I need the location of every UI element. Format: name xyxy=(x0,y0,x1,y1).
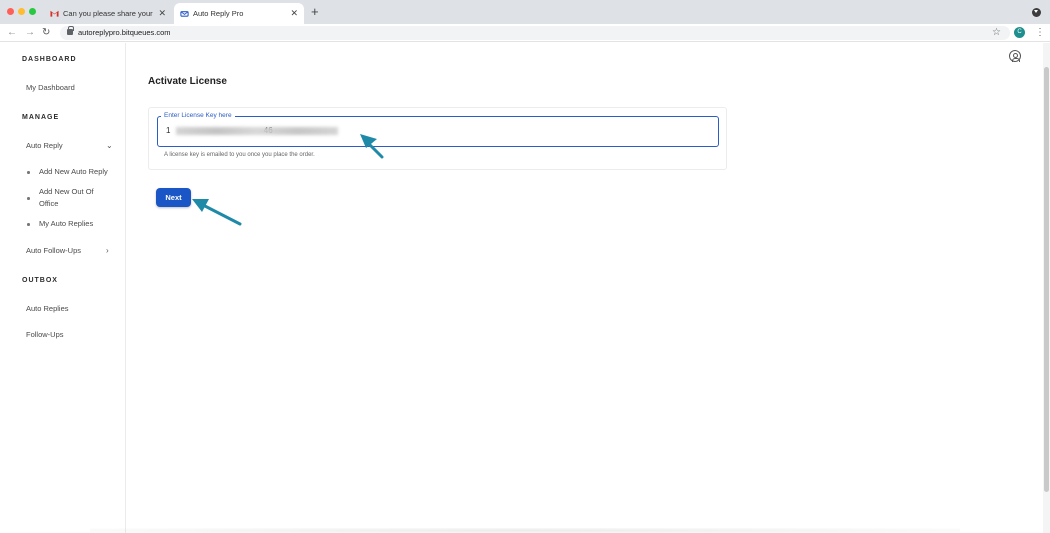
back-icon[interactable]: ← xyxy=(7,24,17,41)
scrollbar-thumb[interactable] xyxy=(1044,67,1049,492)
sidebar-item-my-auto-replies[interactable]: My Auto Replies xyxy=(39,218,111,230)
chevron-down-icon[interactable]: ⌄ xyxy=(106,140,113,152)
browser-menu-icon[interactable]: ⋮ xyxy=(1035,24,1045,41)
new-tab-button[interactable]: + xyxy=(311,4,319,20)
chevron-right-icon[interactable]: › xyxy=(106,245,109,257)
tab-label: Can you please share your me xyxy=(63,9,155,18)
reload-icon[interactable]: ↻ xyxy=(42,24,50,41)
sidebar-section-dashboard: DASHBOARD xyxy=(22,56,77,63)
sidebar-item-auto-reply[interactable]: Auto Reply xyxy=(26,140,63,152)
app-icon xyxy=(180,11,189,17)
sidebar: DASHBOARD My Dashboard MANAGE Auto Reply… xyxy=(0,43,126,533)
tab-label: Auto Reply Pro xyxy=(193,9,244,18)
sidebar-item-auto-follow-ups[interactable]: Auto Follow-Ups xyxy=(26,245,81,257)
close-window-button[interactable] xyxy=(7,8,14,15)
url-text: autoreplypro.bitqueues.com xyxy=(78,28,171,37)
sidebar-item-add-new-out-of-office[interactable]: Add New Out Of Office xyxy=(39,186,111,210)
sidebar-item-add-new-auto-reply[interactable]: Add New Auto Reply xyxy=(39,166,111,178)
bottom-shadow xyxy=(90,528,960,533)
gmail-icon xyxy=(50,10,59,17)
license-key-label: Enter License Key here xyxy=(161,111,235,120)
sidebar-section-outbox: OUTBOX xyxy=(22,277,58,284)
lock-icon xyxy=(67,26,74,35)
bullet-icon xyxy=(27,223,30,226)
page-title: Activate License xyxy=(148,76,227,87)
maximize-window-button[interactable] xyxy=(29,8,36,15)
tab-auto-reply-pro[interactable]: Auto Reply Pro ✕ xyxy=(174,3,304,24)
close-tab-icon[interactable]: ✕ xyxy=(290,3,298,24)
bullet-icon xyxy=(27,197,30,200)
minimize-window-button[interactable] xyxy=(18,8,25,15)
tab-gmail[interactable]: Can you please share your me ✕ xyxy=(44,3,172,24)
sidebar-item-my-dashboard[interactable]: My Dashboard xyxy=(26,82,75,94)
close-tab-icon[interactable]: ✕ xyxy=(158,3,166,24)
sidebar-item-auto-replies[interactable]: Auto Replies xyxy=(26,303,69,315)
account-icon[interactable] xyxy=(1009,50,1021,62)
redacted-license-key xyxy=(176,127,338,135)
sidebar-item-follow-ups[interactable]: Follow-Ups xyxy=(26,329,64,341)
license-helper-text: A license key is emailed to you once you… xyxy=(164,152,315,158)
arrow-to-next-icon xyxy=(192,199,242,226)
sidebar-section-manage: MANAGE xyxy=(22,114,60,121)
forward-icon[interactable]: → xyxy=(25,24,35,41)
next-button[interactable]: Next xyxy=(156,188,191,207)
browser-tab-bar: Can you please share your me ✕ Auto Repl… xyxy=(0,0,1050,24)
tab-search-icon[interactable] xyxy=(1032,8,1041,17)
bullet-icon xyxy=(27,171,30,174)
address-bar[interactable]: autoreplypro.bitqueues.com xyxy=(60,26,1010,40)
bookmark-star-icon[interactable]: ☆ xyxy=(992,24,1001,41)
browser-toolbar: ← → ↻ autoreplypro.bitqueues.com xyxy=(0,24,1050,42)
profile-avatar[interactable]: C xyxy=(1014,27,1025,38)
